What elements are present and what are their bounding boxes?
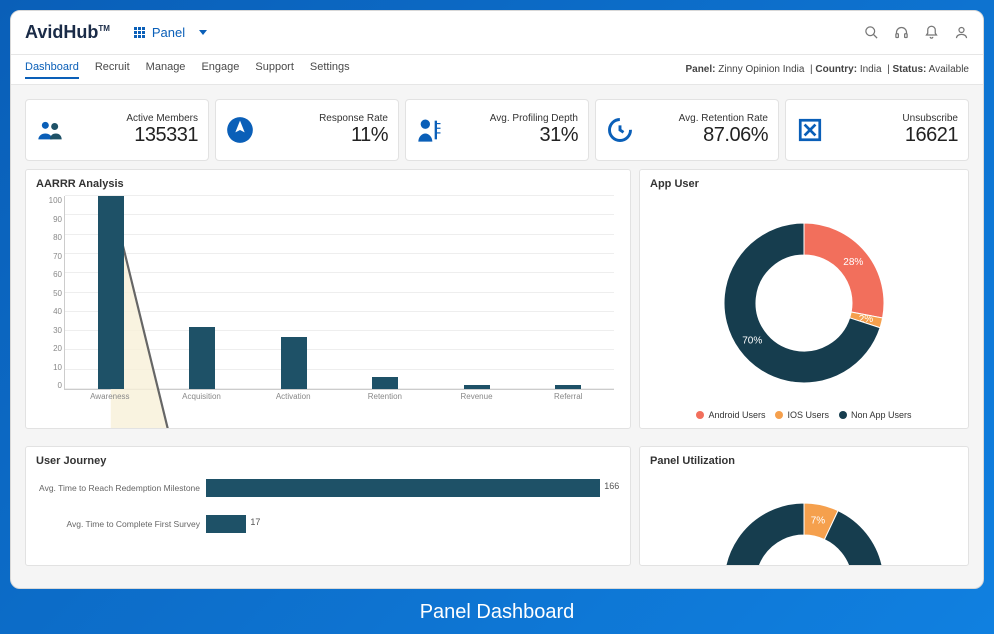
dashboard-window: AvidHubTM Panel Dashboard Recruit Manage… — [10, 10, 984, 589]
util-donut: 7%93% — [704, 483, 904, 566]
svg-text:28%: 28% — [843, 257, 863, 268]
app-user-card: App User 28%2%70% Android Users IOS User… — [639, 169, 969, 429]
top-bar: AvidHubTM Panel — [11, 11, 983, 55]
panel-utilization-card: Panel Utilization 7%93% — [639, 446, 969, 566]
kpi-label: Avg. Profiling Depth — [454, 113, 578, 124]
kpi-profiling-depth: Avg. Profiling Depth31% — [405, 99, 589, 161]
brand-tm: TM — [98, 24, 110, 33]
status-key: Status: — [892, 64, 926, 75]
aarrr-chart: 1009080706050403020100 AwarenessAcquisit… — [64, 196, 614, 406]
bell-icon[interactable] — [923, 25, 939, 41]
kpi-row: Active Members135331 Response Rate11% Av… — [11, 85, 983, 169]
aarrr-bars — [65, 196, 614, 389]
user-journey-card: User Journey Avg. Time to Reach Redempti… — [25, 446, 631, 566]
x-labels: AwarenessAcquisitionActivationRetentionR… — [64, 392, 614, 406]
kpi-value: 31% — [454, 124, 578, 147]
clock-icon — [606, 116, 634, 144]
target-icon — [226, 116, 254, 144]
search-icon[interactable] — [863, 25, 879, 41]
aarrr-card: AARRR Analysis 1009080706050403020100 Aw… — [25, 169, 631, 429]
app-user-donut: 28%2%70% — [704, 203, 904, 403]
nav-row: Dashboard Recruit Manage Engage Support … — [11, 55, 983, 85]
util-title: Panel Utilization — [650, 455, 958, 467]
util-wrap: 7%93% — [650, 473, 958, 566]
country-val: India — [860, 64, 882, 75]
user-menu-icon[interactable] — [953, 25, 969, 41]
kpi-label: Response Rate — [264, 113, 388, 124]
panel-selector-label: Panel — [152, 25, 185, 40]
panel-key: Panel: — [685, 64, 715, 75]
legend-nonapp: Non App Users — [839, 410, 912, 420]
cancel-icon — [796, 116, 824, 144]
chevron-down-icon — [199, 30, 207, 35]
status-val: Available — [929, 64, 969, 75]
kpi-active-members: Active Members135331 — [25, 99, 209, 161]
kpi-retention-rate: Avg. Retention Rate87.06% — [595, 99, 779, 161]
app-user-title: App User — [650, 178, 958, 190]
aarrr-plot — [64, 196, 614, 390]
y-axis: 1009080706050403020100 — [40, 196, 62, 390]
aarrr-title: AARRR Analysis — [36, 178, 620, 190]
app-user-legend: Android Users IOS Users Non App Users — [650, 410, 958, 420]
svg-text:7%: 7% — [811, 515, 826, 526]
country-key: Country: — [815, 64, 857, 75]
tab-support[interactable]: Support — [255, 61, 294, 79]
panel-selector[interactable]: Panel — [134, 25, 207, 40]
kpi-value: 87.06% — [644, 124, 768, 147]
panel-val: Zinny Opinion India — [718, 64, 804, 75]
top-icons — [863, 25, 969, 41]
kpi-label: Unsubscribe — [834, 113, 958, 124]
kpi-value: 135331 — [74, 124, 198, 147]
brand-logo: AvidHubTM — [25, 22, 110, 43]
chart-grid: AARRR Analysis 1009080706050403020100 Aw… — [11, 169, 983, 588]
kpi-label: Avg. Retention Rate — [644, 113, 768, 124]
nav-tabs: Dashboard Recruit Manage Engage Support … — [25, 61, 350, 79]
tab-settings[interactable]: Settings — [310, 61, 350, 79]
tab-manage[interactable]: Manage — [146, 61, 186, 79]
legend-android: Android Users — [696, 410, 765, 420]
kpi-value: 16621 — [834, 124, 958, 147]
journey-bars: Avg. Time to Reach Redemption Milestone1… — [36, 479, 620, 533]
donut-wrap: 28%2%70% — [650, 196, 958, 410]
page-caption: Panel Dashboard — [10, 589, 984, 634]
svg-text:70%: 70% — [742, 336, 762, 347]
kpi-unsubscribe: Unsubscribe16621 — [785, 99, 969, 161]
tab-dashboard[interactable]: Dashboard — [25, 61, 79, 79]
members-icon — [36, 116, 64, 144]
depth-icon — [416, 116, 444, 144]
kpi-response-rate: Response Rate11% — [215, 99, 399, 161]
kpi-label: Active Members — [74, 113, 198, 124]
journey-title: User Journey — [36, 455, 620, 467]
status-line: Panel: Zinny Opinion India | Country: In… — [685, 64, 969, 75]
tab-recruit[interactable]: Recruit — [95, 61, 130, 79]
grid-icon — [134, 27, 146, 39]
kpi-value: 11% — [264, 124, 388, 147]
headset-icon[interactable] — [893, 25, 909, 41]
tab-engage[interactable]: Engage — [201, 61, 239, 79]
legend-ios: IOS Users — [775, 410, 829, 420]
brand-name: AvidHub — [25, 22, 98, 42]
